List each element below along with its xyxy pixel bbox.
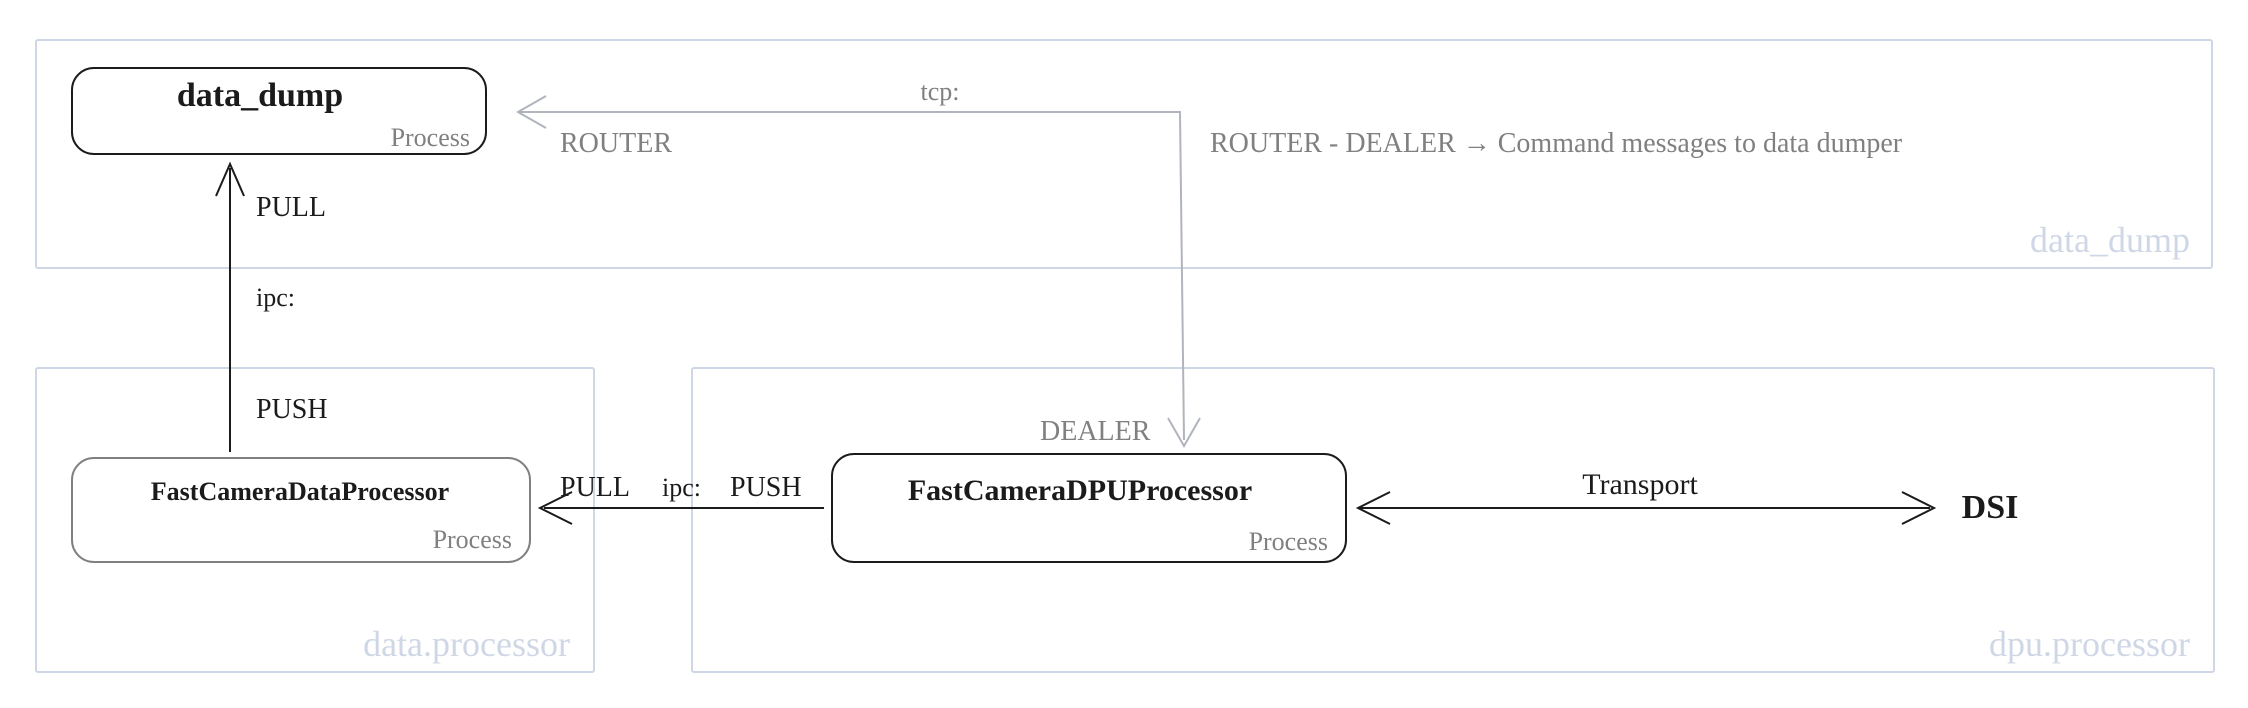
node-data-dump-title: data_dump [177,77,343,114]
edge-horiz-end-right: PUSH [730,472,802,503]
edge-transport: Transport [1358,468,1934,524]
edge-push-pull-horizontal: PULL ipc: PUSH [540,472,824,524]
node-fast-data-stereotype: Process [433,525,512,554]
edge-transport-label: Transport [1582,468,1698,501]
edge-router-dealer: tcp: ROUTER DEALER ROUTER - DEALER → Com… [518,77,1903,447]
package-data-dump-label: data_dump [2030,220,2190,260]
edge-router-dealer-end-left: ROUTER [560,128,672,159]
edge-vert-end-top: PULL [256,192,326,223]
package-data-processor-label: data.processor [363,624,570,664]
node-fast-camera-dpu-processor: FastCameraDPUProcessor Process [832,454,1346,562]
edge-vert-end-bottom: PUSH [256,394,328,425]
edge-vert-transport: ipc: [256,283,295,312]
edge-router-dealer-note: ROUTER - DEALER → Command messages to da… [1210,128,1903,159]
package-dpu-processor-label: dpu.processor [1989,624,2190,664]
node-data-dump: data_dump Process [72,68,486,154]
node-dsi: DSI [1962,489,2019,526]
edge-push-pull-vertical: PULL ipc: PUSH [216,164,328,452]
node-fast-data-title: FastCameraDataProcessor [151,477,449,506]
node-fast-dpu-stereotype: Process [1249,527,1328,556]
edge-router-dealer-transport: tcp: [921,77,960,106]
node-fast-dpu-title: FastCameraDPUProcessor [908,474,1252,507]
node-data-dump-stereotype: Process [391,123,470,152]
edge-horiz-transport: ipc: [662,473,701,502]
edge-horiz-end-left: PULL [560,472,630,503]
edge-router-dealer-end-right: DEALER [1040,416,1151,447]
node-fast-camera-data-processor: FastCameraDataProcessor Process [72,458,530,562]
